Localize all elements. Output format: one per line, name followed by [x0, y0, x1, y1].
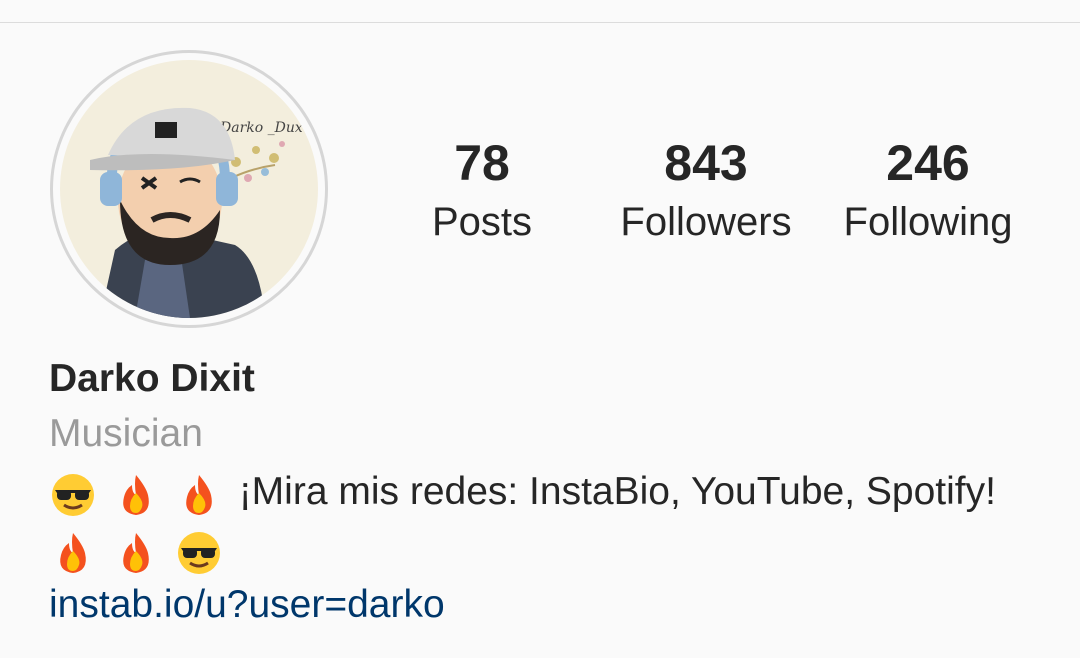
avatar-caption: Darko _Dux [219, 120, 303, 136]
profile-category: Musician [49, 412, 203, 455]
sunglasses-emoji-icon [175, 529, 223, 577]
following-count: 246 [886, 135, 970, 191]
following-stat[interactable]: 246 Following [828, 132, 1028, 250]
profile-avatar[interactable]: Darko _Dux [60, 60, 318, 318]
posts-stat[interactable]: 78 Posts [382, 132, 582, 250]
followers-stat[interactable]: 843 Followers [606, 132, 806, 250]
avatar-illustration-icon: Darko _Dux [60, 60, 318, 318]
bio-leading-emojis [49, 466, 227, 522]
profile-link[interactable]: instab.io/u?user=darko [49, 578, 445, 632]
fire-emoji-icon [112, 471, 160, 519]
top-divider [0, 22, 1080, 23]
posts-count: 78 [454, 135, 510, 191]
profile-name: Darko Dixit [49, 357, 255, 400]
bio-trailing-emojis [49, 523, 227, 579]
following-label: Following [843, 200, 1013, 244]
followers-label: Followers [620, 200, 792, 244]
followers-count: 843 [664, 135, 748, 191]
fire-emoji-icon [49, 529, 97, 577]
fire-emoji-icon [175, 471, 223, 519]
sunglasses-emoji-icon [49, 471, 97, 519]
profile-stats: 78 Posts 843 Followers 246 Following [392, 132, 1064, 262]
profile-bio: ¡Mira mis redes: InstaBio, YouTube, Spot… [49, 464, 1059, 579]
bio-text: ¡Mira mis redes: InstaBio, YouTube, Spot… [238, 470, 996, 513]
posts-label: Posts [431, 200, 533, 244]
fire-emoji-icon [112, 529, 160, 577]
